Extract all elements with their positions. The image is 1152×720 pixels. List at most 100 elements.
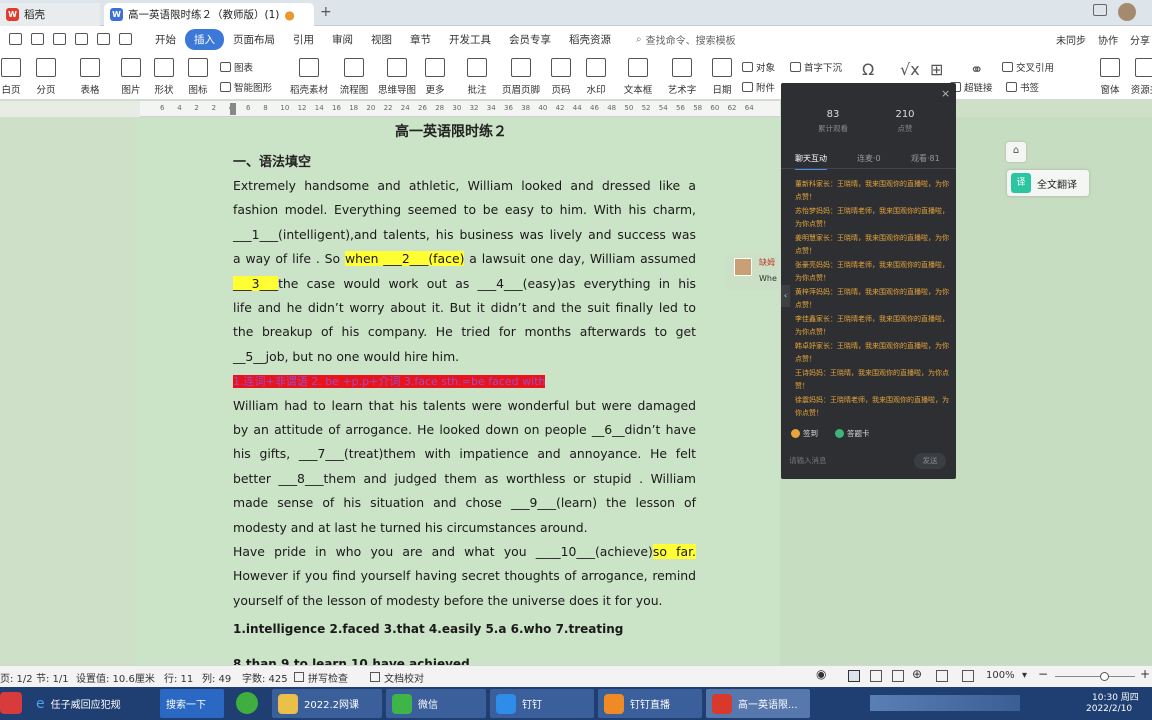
- save-icon[interactable]: [31, 33, 44, 45]
- answer-card-button[interactable]: 答题卡: [835, 428, 870, 439]
- ribbon-small-2[interactable]: 对象: [742, 60, 775, 74]
- ribbon-small-4[interactable]: 首字下沉: [790, 60, 842, 74]
- doc-line[interactable]: Extremely handsome and athletic, William…: [233, 174, 696, 198]
- doc-line[interactable]: better ___8___them and judged them as wo…: [233, 467, 696, 491]
- doc-line[interactable]: by an attitude of arrogance. He looked d…: [233, 418, 696, 442]
- ribbon-small-0[interactable]: 图表: [220, 60, 253, 74]
- ribbon-small-3[interactable]: 附件: [742, 80, 775, 94]
- ribbon-button-8[interactable]: 思维导图: [376, 52, 418, 100]
- full-translate-button[interactable]: 译 全文翻译: [1007, 170, 1089, 196]
- doc-line[interactable]: ___1___(intelligent),and talents, his bu…: [233, 223, 696, 247]
- browser-icon[interactable]: [236, 692, 258, 714]
- indent-marker-icon[interactable]: [230, 103, 236, 115]
- ribbon-button-9[interactable]: 更多: [420, 52, 450, 100]
- collab-button[interactable]: 协作: [1098, 32, 1118, 47]
- doc-line[interactable]: ___3___the case would work out as ___4__…: [233, 272, 696, 296]
- collapse-icon[interactable]: ⌂: [1006, 142, 1026, 162]
- chat-input[interactable]: 请输入消息: [789, 455, 827, 466]
- ribbon-button-7[interactable]: 流程图: [336, 52, 372, 100]
- taskbar-dingtalk[interactable]: 钉钉: [490, 689, 594, 718]
- ribbon-button-11[interactable]: 页眉页脚: [500, 52, 542, 100]
- taskbar-folder[interactable]: 2022.2网课: [272, 689, 382, 718]
- taskbar-news[interactable]: e 任子威回应犯规: [30, 689, 160, 718]
- menu-item-8[interactable]: 会员专享: [500, 29, 560, 50]
- sign-in-button[interactable]: 签到: [791, 428, 818, 439]
- panel-collapse-icon[interactable]: ‹: [781, 285, 790, 307]
- read-view-icon[interactable]: [892, 670, 904, 682]
- symbol-icon-3[interactable]: ⚭: [970, 60, 983, 79]
- menu-item-4[interactable]: 审阅: [323, 29, 362, 50]
- taskbar-dingtalk-live[interactable]: 钉钉直播: [598, 689, 702, 718]
- start-icon[interactable]: [0, 692, 22, 714]
- answer-key-line[interactable]: 1.intelligence 2.faced 3.that 4.easily 5…: [233, 617, 696, 641]
- open-icon[interactable]: [9, 33, 22, 45]
- ribbon-button-10[interactable]: 批注: [462, 52, 492, 100]
- zoom-out-icon[interactable]: −: [1038, 667, 1048, 681]
- menu-item-1[interactable]: 插入: [185, 28, 224, 50]
- tab-mic[interactable]: 连麦·0: [857, 153, 881, 164]
- tab-viewers[interactable]: 观看·81: [911, 153, 940, 164]
- spell-check-button[interactable]: 拼写检查: [308, 670, 348, 685]
- menu-item-3[interactable]: 引用: [284, 29, 323, 50]
- write-view-icon[interactable]: [936, 670, 948, 682]
- new-tab-icon[interactable]: +: [320, 4, 332, 20]
- symbol-icon-0[interactable]: Ω: [862, 60, 874, 79]
- close-icon[interactable]: ×: [941, 87, 950, 100]
- redo-icon[interactable]: [119, 33, 132, 45]
- ribbon-small-1[interactable]: 智能图形: [220, 80, 272, 94]
- menu-item-6[interactable]: 章节: [401, 29, 440, 50]
- zoom-in-icon[interactable]: +: [1140, 667, 1150, 681]
- ribbon-small-6[interactable]: 超链接: [950, 80, 993, 94]
- doc-line[interactable]: the breakup of his company. He tried for…: [233, 320, 696, 344]
- symbol-icon-2[interactable]: ⊞: [930, 60, 943, 79]
- outline-view-icon[interactable]: [870, 670, 882, 682]
- ribbon-button-17[interactable]: 窗体: [1096, 52, 1124, 100]
- comment-card[interactable]: 缺姆 Whe: [727, 252, 782, 290]
- taskbar-wps[interactable]: 高一英语限...: [706, 689, 810, 718]
- zoom-level[interactable]: 100%: [986, 670, 1015, 681]
- doc-line[interactable]: Have pride in who you are and what you _…: [233, 540, 696, 564]
- menu-item-0[interactable]: 开始: [146, 29, 185, 50]
- tab-home[interactable]: W 稻壳: [0, 3, 100, 26]
- page-view-icon[interactable]: [848, 670, 860, 682]
- taskbar-wechat[interactable]: 微信: [386, 689, 486, 718]
- ribbon-small-5[interactable]: 交叉引用: [1002, 60, 1054, 74]
- sync-button[interactable]: 未同步: [1056, 32, 1086, 47]
- ribbon-button-6[interactable]: 稻壳素材: [286, 52, 332, 100]
- menu-item-2[interactable]: 页面布局: [224, 29, 284, 50]
- tab-document[interactable]: W 高一英语限时练２（教师版）(1) ●: [104, 3, 314, 26]
- doc-line[interactable]: __5__job, but no one would hire him.: [233, 345, 696, 369]
- undo-icon[interactable]: [97, 33, 110, 45]
- zoom-handle[interactable]: [1100, 672, 1109, 681]
- zoom-slider[interactable]: [1055, 676, 1135, 677]
- doc-line[interactable]: fashion model. Everything seemed to be e…: [233, 198, 696, 222]
- doc-line[interactable]: modesty and at last he turned his circum…: [233, 516, 696, 540]
- window-layout-icon[interactable]: [1093, 4, 1107, 16]
- ribbon-button-16[interactable]: 日期: [708, 52, 736, 100]
- share-button[interactable]: 分享: [1130, 32, 1150, 47]
- command-search-input[interactable]: 查找命令、搜索模板: [646, 32, 736, 47]
- menu-item-7[interactable]: 开发工具: [440, 29, 500, 50]
- ribbon-button-1[interactable]: 分页: [32, 52, 60, 100]
- ribbon-button-14[interactable]: 文本框: [620, 52, 656, 100]
- doc-line[interactable]: made sense of his situation and chose __…: [233, 491, 696, 515]
- avatar[interactable]: [1118, 3, 1136, 21]
- preview-icon[interactable]: [75, 33, 88, 45]
- ribbon-button-15[interactable]: 艺术字: [664, 52, 700, 100]
- fit-icon[interactable]: [962, 670, 974, 682]
- taskbar-search[interactable]: 搜索一下: [160, 689, 224, 718]
- status-page[interactable]: 页: 1/2: [0, 670, 33, 685]
- ribbon-button-18[interactable]: 资源夹: [1130, 52, 1152, 100]
- document-page[interactable]: 高一英语限时练２ 一、语法填空 Extremely handsome and a…: [135, 117, 780, 665]
- web-view-icon[interactable]: ⊕: [912, 667, 922, 681]
- doc-line[interactable]: However if you find yourself having secr…: [233, 564, 696, 588]
- ribbon-small-7[interactable]: 书签: [1006, 80, 1039, 94]
- ribbon-button-12[interactable]: 页码: [546, 52, 576, 100]
- menu-item-5[interactable]: 视图: [362, 29, 401, 50]
- ribbon-button-5[interactable]: 图标: [184, 52, 212, 100]
- system-tray[interactable]: [870, 695, 1020, 711]
- zoom-menu-icon[interactable]: ▾: [1022, 670, 1027, 681]
- send-button[interactable]: 发送: [914, 453, 946, 469]
- proof-button[interactable]: 文档校对: [384, 670, 424, 685]
- print-icon[interactable]: [53, 33, 66, 45]
